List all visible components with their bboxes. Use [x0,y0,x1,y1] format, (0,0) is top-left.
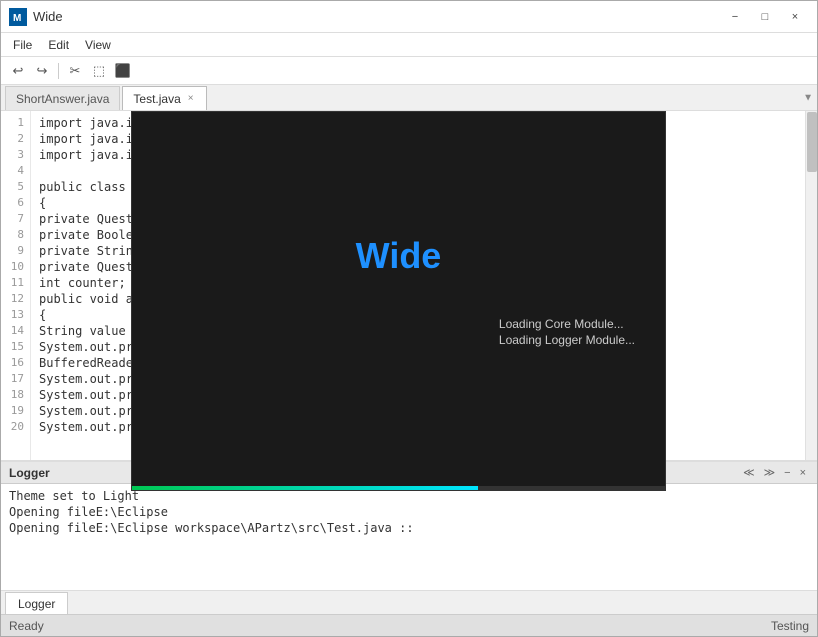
main-window: M Wide − □ × File Edit View ↩ ↪ ✂ ⬚ ⬛ Sh… [0,0,818,637]
tab-scroll-icon[interactable]: ▼ [803,92,813,103]
tab-test[interactable]: Test.java × [122,86,206,110]
menu-edit[interactable]: Edit [40,36,77,54]
tab-test-close[interactable]: × [186,92,196,105]
splash-loading-line-2: Loading Logger Module... [499,333,635,347]
paste-button[interactable]: ⬛ [112,60,134,82]
app-icon: M [9,8,27,26]
cut-button[interactable]: ✂ [64,60,86,82]
splash-progress-bar [132,486,665,490]
logger-content: Theme set to LightOpening fileE:\Eclipse… [1,484,817,590]
logger-scroll-up[interactable]: ≪ [740,465,758,480]
logger-controls: ≪ ≫ − × [740,465,809,480]
bottom-tab-logger[interactable]: Logger [5,592,68,614]
tab-shortanswer[interactable]: ShortAnswer.java [5,86,120,110]
tab-bar: ShortAnswer.java Test.java × ▼ [1,85,817,111]
splash-loading: Loading Core Module... Loading Logger Mo… [499,317,635,347]
logger-line: Opening fileE:\Eclipse [9,504,809,520]
splash-progress-fill [132,486,478,490]
minimize-button[interactable]: − [721,6,749,28]
window-title: Wide [33,9,721,24]
close-button[interactable]: × [781,6,809,28]
title-bar: M Wide − □ × [1,1,817,33]
status-right: Testing [771,619,809,633]
splash-loading-line-1: Loading Core Module... [499,317,624,331]
maximize-button[interactable]: □ [751,6,779,28]
tab-test-label: Test.java [133,92,180,106]
toolbar-separator [58,63,59,79]
logger-scroll-down[interactable]: ≫ [761,465,779,480]
line-numbers: 1234567891011121314151617181920 [1,111,31,460]
logger-line: Opening fileE:\Eclipse workspace\APartz\… [9,520,809,536]
bottom-tab-bar: Logger [1,590,817,614]
status-left: Ready [9,619,44,633]
splash-title: Wide [356,235,442,277]
menu-bar: File Edit View [1,33,817,57]
toolbar: ↩ ↪ ✂ ⬚ ⬛ [1,57,817,85]
logger-close[interactable]: × [797,466,809,480]
logger-title: Logger [9,466,50,480]
undo-button[interactable]: ↩ [7,60,29,82]
window-controls: − □ × [721,6,809,28]
scrollbar-thumb[interactable] [807,112,817,172]
menu-view[interactable]: View [77,36,119,54]
splash-screen: Wide Loading Core Module... Loading Logg… [131,111,666,491]
vertical-scrollbar[interactable] [805,111,817,460]
menu-file[interactable]: File [5,36,40,54]
tab-shortanswer-label: ShortAnswer.java [16,92,109,106]
status-bar: Ready Testing [1,614,817,636]
logger-minimize[interactable]: − [781,466,793,480]
redo-button[interactable]: ↪ [31,60,53,82]
svg-text:M: M [13,13,21,24]
copy-button[interactable]: ⬚ [88,60,110,82]
main-area: 1234567891011121314151617181920 import j… [1,111,817,614]
